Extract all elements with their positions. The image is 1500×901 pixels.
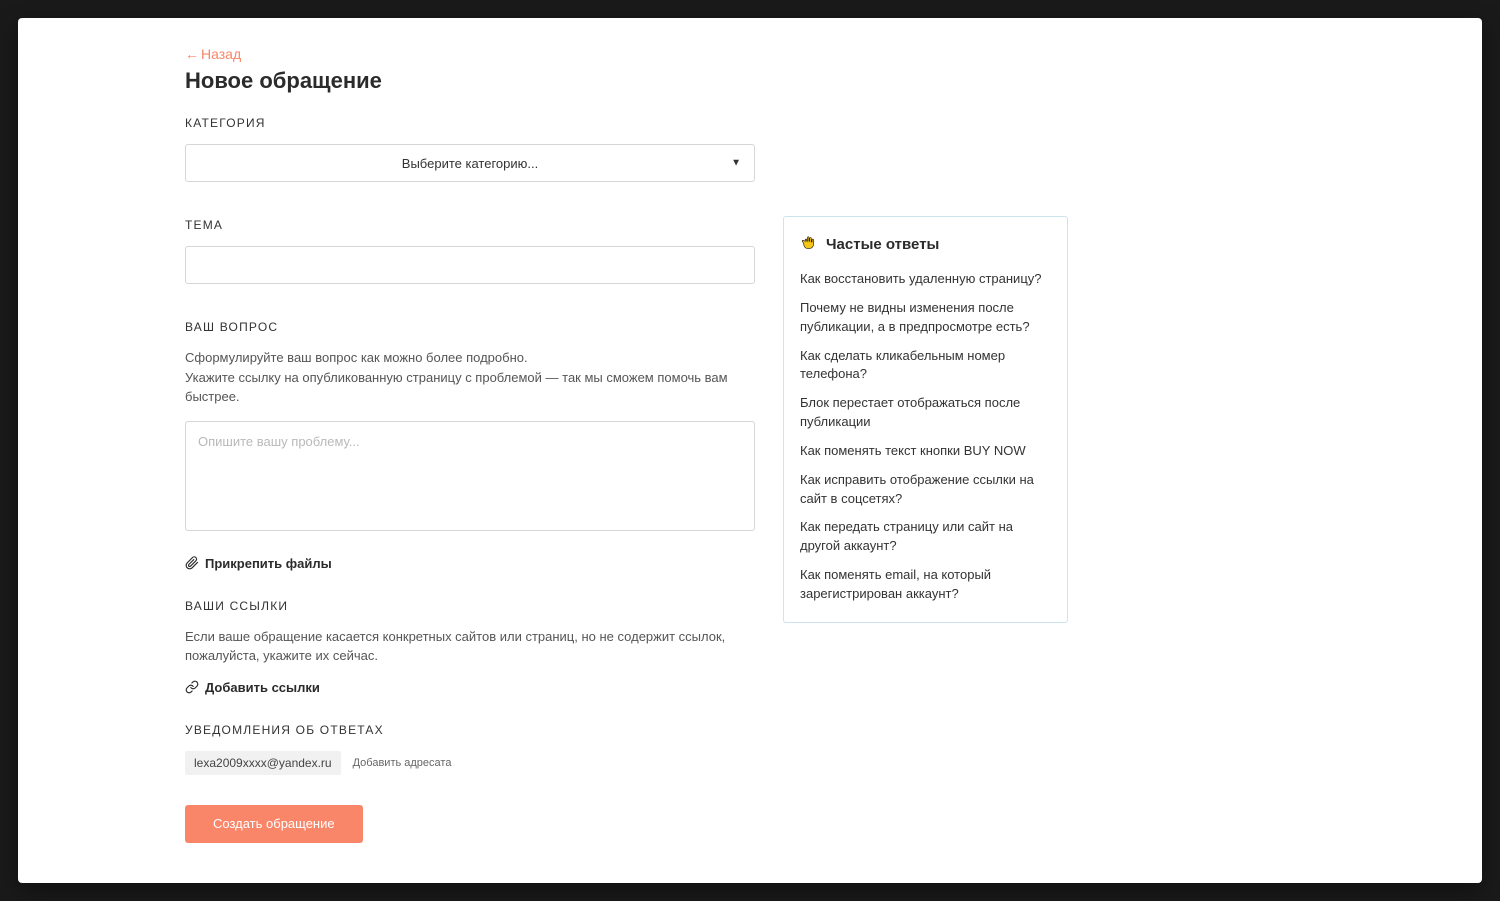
attach-files-button[interactable]: Прикрепить файлы [185, 556, 332, 571]
faq-item[interactable]: Как передать страницу или сайт на другой… [800, 518, 1051, 556]
wave-icon [800, 233, 818, 256]
subject-label: ТЕМА [185, 218, 755, 232]
faq-item[interactable]: Как поменять текст кнопки BUY NOW [800, 442, 1051, 461]
email-chip[interactable]: lexa2009xxxx@yandex.ru [185, 751, 341, 775]
notify-label: УВЕДОМЛЕНИЯ ОБ ОТВЕТАХ [185, 723, 755, 737]
links-help: Если ваше обращение касается конкретных … [185, 627, 755, 666]
paperclip-icon [185, 556, 199, 570]
faq-item[interactable]: Как восстановить удаленную страницу? [800, 270, 1051, 289]
faq-item[interactable]: Как поменять email, на который зарегистр… [800, 566, 1051, 604]
question-help-1: Сформулируйте ваш вопрос как можно более… [185, 348, 755, 368]
back-label: Назад [201, 46, 241, 62]
links-label: ВАШИ ССЫЛКИ [185, 599, 755, 613]
faq-list: Как восстановить удаленную страницу? Поч… [800, 270, 1051, 604]
submit-label: Создать обращение [213, 816, 335, 831]
add-recipient-link[interactable]: Добавить адресата [353, 757, 452, 769]
faq-item[interactable]: Как сделать кликабельным номер телефона? [800, 347, 1051, 385]
question-label: ВАШ ВОПРОС [185, 320, 755, 334]
link-icon [185, 680, 199, 694]
faq-item[interactable]: Почему не видны изменения после публикац… [800, 299, 1051, 337]
faq-item[interactable]: Как исправить отображение ссылки на сайт… [800, 471, 1051, 509]
add-links-button[interactable]: Добавить ссылки [185, 680, 320, 695]
category-select[interactable]: Выберите категорию... [185, 144, 755, 182]
faq-title: Частые ответы [826, 236, 939, 253]
subject-input[interactable] [185, 246, 755, 284]
arrow-left-icon: ← [185, 46, 199, 62]
add-links-label: Добавить ссылки [205, 680, 320, 695]
question-textarea[interactable] [185, 421, 755, 531]
submit-button[interactable]: Создать обращение [185, 805, 363, 843]
faq-panel: Частые ответы Как восстановить удаленную… [783, 216, 1068, 623]
category-select-value: Выберите категорию... [402, 156, 538, 171]
back-link[interactable]: ← Назад [185, 46, 241, 62]
faq-item[interactable]: Блок перестает отображаться после публик… [800, 394, 1051, 432]
page-title: Новое обращение [185, 68, 755, 94]
question-help-2: Укажите ссылку на опубликованную страниц… [185, 368, 755, 407]
category-label: КАТЕГОРИЯ [185, 116, 755, 130]
attach-files-label: Прикрепить файлы [205, 556, 332, 571]
